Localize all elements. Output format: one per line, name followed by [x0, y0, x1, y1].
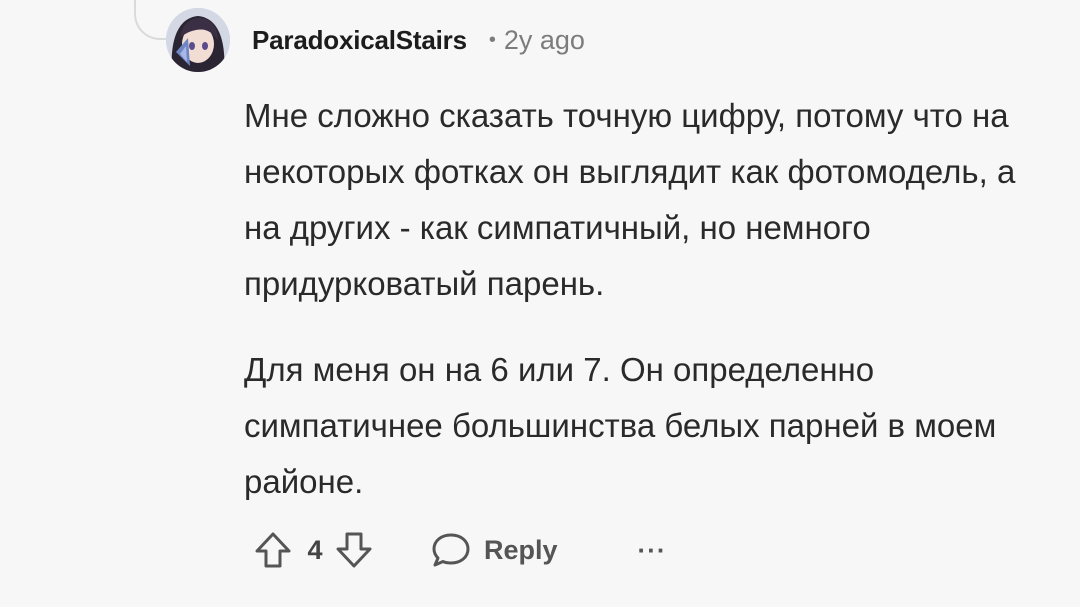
username-link[interactable]: ParadoxicalStairs	[252, 25, 467, 56]
avatar-image	[166, 8, 230, 72]
arrow-up-outline-icon	[255, 532, 291, 568]
comment-paragraph-1: Мне сложно сказать точную цифру, потому …	[244, 97, 1016, 302]
comment-actions: 4 Reply ···	[244, 524, 667, 576]
vote-count: 4	[307, 534, 323, 565]
comment-paragraph-2: Для меня он на 6 или 7. Он определенно с…	[244, 351, 997, 500]
timestamp: 2y ago	[503, 24, 585, 55]
ellipsis-icon[interactable]: ···	[638, 537, 667, 563]
comment-header: ParadoxicalStairs • 2y ago	[252, 22, 585, 58]
downvote-button[interactable]	[328, 524, 380, 576]
speech-bubble-icon	[432, 533, 470, 567]
avatar[interactable]	[166, 8, 230, 72]
upvote-button[interactable]	[244, 524, 302, 576]
meta-separator: •	[488, 28, 496, 51]
reply-label: Reply	[484, 534, 558, 565]
comment-body: Мне сложно сказать точную цифру, потому …	[244, 88, 1044, 540]
arrow-down-outline-icon	[336, 532, 372, 568]
reply-button[interactable]: Reply	[430, 530, 558, 570]
